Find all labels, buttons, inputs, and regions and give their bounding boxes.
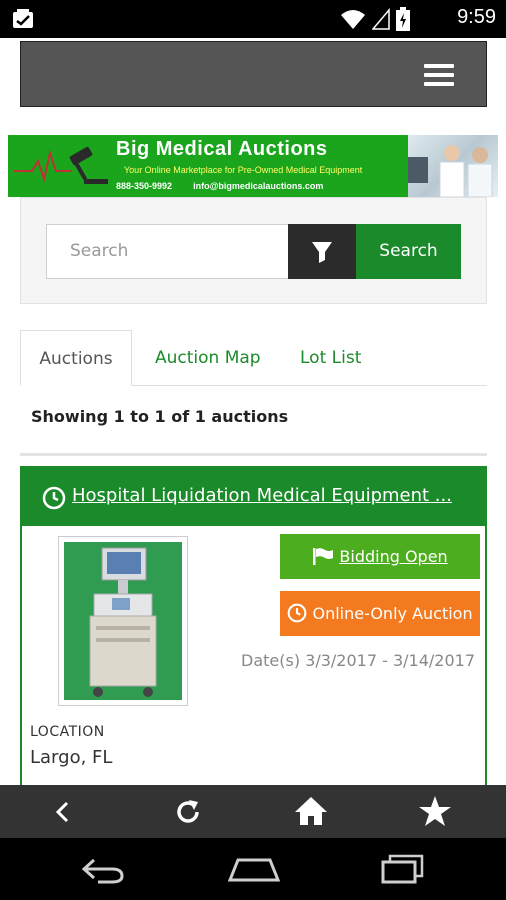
flag-icon [313,548,334,565]
status-icons [340,7,410,31]
results-summary: Showing 1 to 1 of 1 auctions [31,407,289,426]
clock-icon [288,603,307,623]
recents-nav-icon[interactable] [380,854,426,884]
search-input[interactable]: Search [46,224,288,279]
star-icon[interactable] [418,795,452,827]
bidding-open-label: Bidding Open [339,547,448,566]
back-nav-icon[interactable] [80,856,126,884]
bidding-open-button[interactable]: Bidding Open [280,534,480,579]
wifi-icon [341,10,365,29]
auction-card: Hospital Liquidation Medical Equipment .… [20,466,487,796]
auction-title-link[interactable]: Hospital Liquidation Medical Equipment .… [72,485,452,506]
location-value: Largo, FL [30,747,113,768]
search-button[interactable]: Search [356,224,461,279]
tab-lot-list[interactable]: Lot List [300,330,361,386]
gavel-heartbeat-logo [14,146,108,184]
filter-icon [312,242,332,263]
banner-doctors-photo [408,135,498,197]
banner-tagline: Your Online Marketplace for Pre-Owned Me… [124,165,363,175]
browser-toolbar [0,785,506,838]
battery-icon [396,7,410,31]
status-time: 9:59 [457,6,496,28]
banner-email: info@bigmedicalauctions.com [193,181,324,191]
auction-tabs: Auctions Auction Map Lot List [20,330,487,386]
auction-card-header: Hospital Liquidation Medical Equipment .… [22,468,485,526]
tab-auction-map[interactable]: Auction Map [155,330,261,386]
reload-icon[interactable] [173,797,203,827]
clock-icon [42,486,66,510]
search-panel: Search Search [20,197,487,304]
tab-auctions[interactable]: Auctions [20,330,132,386]
hamburger-menu-icon[interactable] [424,64,454,86]
filter-button[interactable] [288,224,356,279]
banner-title: Big Medical Auctions [116,138,328,160]
system-nav-bar [0,838,506,900]
online-only-auction-button[interactable]: Online-Only Auction [280,591,480,636]
signal-icon [372,8,390,30]
status-bar: 9:59 [0,0,506,38]
ultrasound-machine-image [64,542,182,700]
divider [20,453,487,456]
home-icon[interactable] [294,795,328,827]
site-banner[interactable]: Big Medical Auctions Your Online Marketp… [8,135,498,197]
banner-phone: 888-350-9992 [116,181,173,191]
notification-icon [13,9,33,28]
auction-dates: Date(s) 3/3/2017 - 3/14/2017 [241,651,475,670]
banner-contact: 888-350-9992 info@bigmedicalauctions.com [116,181,323,191]
online-only-label: Online-Only Auction [312,604,473,623]
location-label: LOCATION [30,724,105,740]
home-nav-icon[interactable] [228,858,280,882]
auction-thumbnail[interactable] [58,536,188,706]
back-icon[interactable] [50,799,76,825]
top-navbar [20,41,487,107]
